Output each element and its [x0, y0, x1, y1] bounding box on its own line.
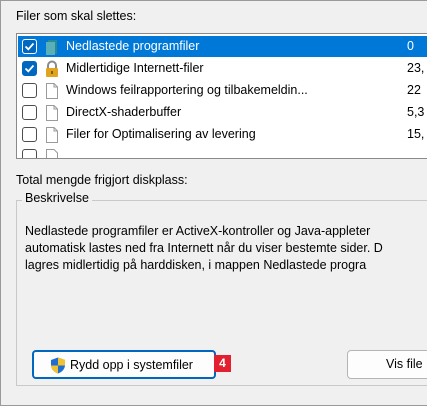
lock-icon [44, 60, 60, 78]
file-row-temp-internet[interactable]: Midlertidige Internett-filer 23, [18, 58, 427, 79]
file-checkbox[interactable] [22, 127, 37, 142]
file-row-delivery-optimization[interactable]: Filer for Optimalisering av levering 15, [18, 124, 427, 145]
file-checkbox[interactable] [22, 83, 37, 98]
folder-icon [44, 38, 60, 56]
document-icon [44, 126, 60, 144]
file-name: Filer for Optimalisering av levering [66, 127, 256, 141]
document-icon [44, 104, 60, 122]
cleanup-button-label: Rydd opp i systemfiler [70, 358, 193, 372]
file-name: Midlertidige Internett-filer [66, 61, 204, 75]
file-size: 5,3 [407, 105, 425, 119]
file-row-windows-error-reporting[interactable]: Windows feilrapportering og tilbakemeldi… [18, 80, 427, 101]
file-name: DirectX-shaderbuffer [66, 105, 182, 119]
description-line: lagres midlertidig på harddisken, i mapp… [25, 258, 367, 272]
file-row-partial[interactable] [18, 146, 427, 158]
cleanup-system-files-button[interactable]: Rydd opp i systemfiler [32, 350, 216, 379]
description-line: automatisk lastes ned fra Internett når … [25, 241, 383, 255]
files-section-label: Filer som skal slettes: [16, 9, 137, 23]
file-row-downloaded-programs[interactable]: Nedlastede programfiler 0 [18, 36, 427, 57]
file-checkbox[interactable] [22, 61, 37, 76]
file-size: 22 [407, 83, 421, 97]
file-checkbox[interactable] [22, 39, 37, 54]
file-checkbox[interactable] [22, 105, 37, 120]
window-frame-left [0, 0, 1, 406]
description-line: Nedlastede programfiler er ActiveX-kontr… [25, 224, 371, 238]
description-text: Nedlastede programfiler er ActiveX-kontr… [25, 223, 427, 274]
view-button-label: Vis file [386, 357, 423, 371]
files-listbox[interactable]: Nedlastede programfiler 0 Midlertidige I… [16, 33, 427, 159]
step-badge: 4 [214, 355, 231, 372]
file-size: 0 [407, 39, 414, 53]
window-frame-top [0, 0, 427, 1]
view-files-button[interactable]: Vis file [347, 350, 427, 379]
file-name: Windows feilrapportering og tilbakemeldi… [66, 83, 308, 97]
description-legend: Beskrivelse [22, 191, 92, 205]
document-icon [44, 148, 60, 158]
file-size: 23, [407, 61, 425, 75]
document-icon [44, 82, 60, 100]
file-checkbox[interactable] [22, 149, 37, 158]
uac-shield-icon [50, 357, 66, 377]
file-name: Nedlastede programfiler [66, 39, 200, 53]
file-row-directx-shader[interactable]: DirectX-shaderbuffer 5,3 [18, 102, 427, 123]
total-space-label: Total mengde frigjort diskplass: [16, 173, 188, 187]
file-size: 15, [407, 127, 425, 141]
